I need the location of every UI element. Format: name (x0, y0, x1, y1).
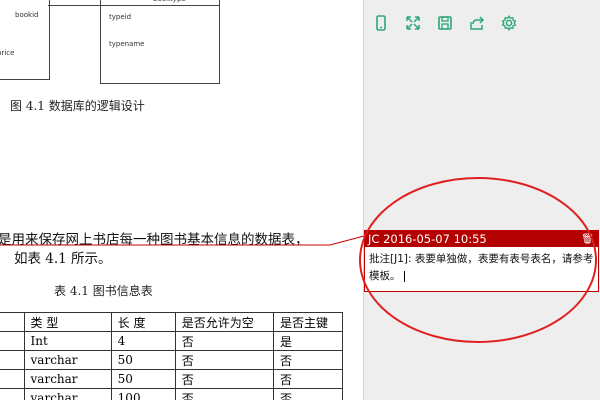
table-cell: 否 (174, 350, 275, 370)
er-field: price (0, 49, 15, 57)
paragraph-line: 如表 4.1 所示。 (14, 251, 112, 267)
figure-caption: 图 4.1 数据库的逻辑设计 (10, 99, 145, 113)
settings-button[interactable] (496, 10, 522, 36)
document-page: bookid price booktype typeid typename 图 … (0, 0, 363, 400)
table-cell: varchar (23, 350, 112, 370)
er-field: bookid (15, 11, 39, 19)
share-icon (470, 16, 485, 30)
delete-comment-icon[interactable]: 🗑 (581, 234, 598, 245)
table-cell: 否 (273, 369, 343, 389)
comment-balloon[interactable]: JC 2016-05-07 10:55 🗑 批注[J1]: 表要单独做，表要有表… (364, 230, 599, 292)
table-row: varchar 50 否 否 (0, 369, 343, 389)
table-cell: 是 (273, 331, 343, 351)
save-icon (438, 16, 452, 30)
table-cell: 否 (273, 350, 343, 370)
table-caption: 表 4.1 图书信息表 (54, 284, 153, 298)
table-cell: 50 (110, 369, 176, 389)
table-cell (0, 388, 25, 400)
table-cell: Int (23, 331, 112, 351)
table-header-cell: 是否主键 (273, 312, 343, 332)
book-info-table: 键 类 型 长 度 是否允许为空 是否主键 Int 4 否 是 varchar … (0, 312, 343, 400)
comment-pane (363, 0, 600, 400)
er-field: typeid (109, 13, 132, 21)
er-title-divider (101, 5, 219, 6)
table-cell (0, 350, 25, 370)
table-header-row: 键 类 型 长 度 是否允许为空 是否主键 (0, 312, 343, 332)
table-cell (0, 369, 25, 389)
table-cell: 50 (110, 350, 176, 370)
reader-toolbar (368, 10, 522, 36)
table-cell: 100 (110, 388, 176, 400)
er-field: typename (109, 40, 145, 48)
phone-icon (376, 15, 386, 31)
table-row: varchar 100 否 否 (0, 388, 343, 400)
text-cursor (403, 270, 405, 282)
fullscreen-button[interactable] (400, 10, 426, 36)
table-header-cell: 键 (0, 312, 25, 332)
save-button[interactable] (432, 10, 458, 36)
table-cell: varchar (23, 369, 112, 389)
share-button[interactable] (464, 10, 490, 36)
table-cell (0, 331, 25, 351)
phone-view-button[interactable] (368, 10, 394, 36)
er-connector-line (48, 5, 100, 6)
table-cell: 否 (174, 388, 275, 400)
settings-icon (501, 15, 517, 31)
paragraph-line: 是用来保存网上书店每一种图书基本信息的数据表， (0, 232, 309, 248)
comment-author-time: JC 2016-05-07 10:55 (368, 232, 487, 246)
comment-header: JC 2016-05-07 10:55 🗑 (365, 231, 598, 247)
er-entity-title: booktype (153, 0, 186, 3)
expand-icon (406, 16, 420, 30)
table-cell: varchar (23, 388, 112, 400)
comment-body[interactable]: 批注[J1]: 表要单独做，表要有表号表名，请参考模板。 (365, 247, 598, 289)
table-cell: 否 (174, 331, 275, 351)
table-cell: 否 (174, 369, 275, 389)
table-cell: 否 (273, 388, 343, 400)
er-entity-booktype: booktype typeid typename (100, 0, 220, 84)
table-row: Int 4 否 是 (0, 331, 343, 351)
table-cell: 4 (110, 331, 176, 351)
er-entity-left: bookid price (0, 0, 50, 80)
table-header-cell: 类 型 (23, 312, 112, 332)
table-row: varchar 50 否 否 (0, 350, 343, 370)
table-header-cell: 是否允许为空 (174, 312, 275, 332)
table-header-cell: 长 度 (110, 312, 176, 332)
